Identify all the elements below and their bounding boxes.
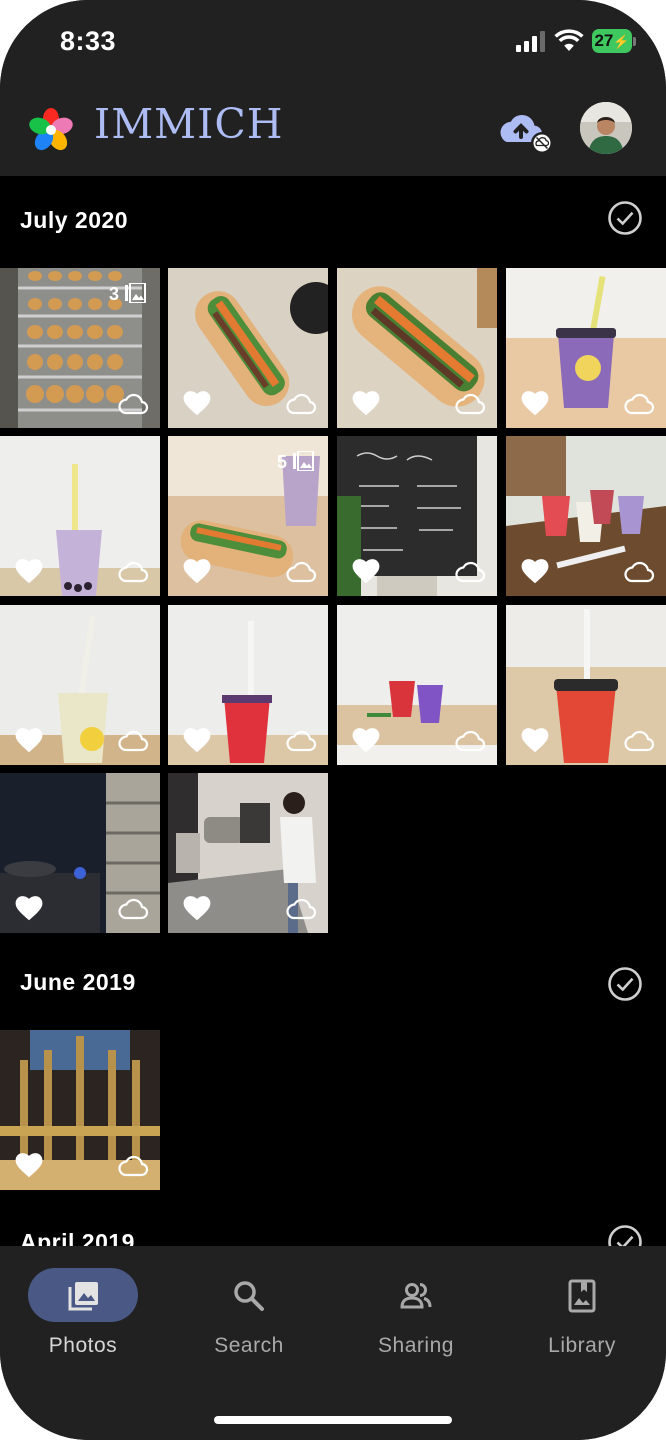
backup-upload-button[interactable]: [496, 108, 556, 156]
month-title: July 2020: [20, 207, 129, 233]
select-month-check-icon[interactable]: [607, 200, 643, 236]
photo-thumbnail[interactable]: [337, 605, 497, 765]
month-section-june-2019: June 2019: [0, 936, 666, 1196]
cloud-backup-icon: [623, 729, 655, 753]
favorite-heart-icon[interactable]: [183, 390, 211, 416]
home-indicator[interactable]: [214, 1416, 452, 1424]
favorite-heart-icon[interactable]: [352, 727, 380, 753]
status-bar: 8:33 27⚡: [0, 0, 666, 90]
search-icon: [234, 1281, 264, 1311]
immich-logo-icon: [29, 108, 73, 151]
photo-thumbnail[interactable]: [168, 268, 328, 428]
stack-badge: 3: [109, 283, 146, 305]
nav-label: Sharing: [378, 1334, 454, 1357]
user-avatar[interactable]: [580, 102, 632, 154]
photo-thumbnail[interactable]: [0, 773, 160, 933]
cloud-backup-icon: [285, 560, 317, 584]
favorite-heart-icon[interactable]: [521, 558, 549, 584]
favorite-heart-icon[interactable]: [15, 1152, 43, 1178]
cloud-backup-icon: [285, 729, 317, 753]
photo-thumbnail[interactable]: [506, 436, 666, 596]
month-title: April 2019: [20, 1229, 135, 1246]
cloud-backup-icon: [623, 392, 655, 416]
cloud-backup-icon: [117, 897, 149, 921]
cloud-backup-icon: [454, 729, 486, 753]
battery-indicator: 27⚡: [592, 29, 632, 53]
favorite-heart-icon[interactable]: [15, 895, 43, 921]
nav-label: Photos: [48, 1334, 118, 1357]
favorite-heart-icon[interactable]: [183, 558, 211, 584]
cloud-backup-icon: [623, 560, 655, 584]
favorite-heart-icon[interactable]: [15, 558, 43, 584]
cloud-backup-icon: [454, 560, 486, 584]
photo-thumbnail[interactable]: [506, 605, 666, 765]
bottom-navigation-bar: Photos Search Sharing Library: [0, 1246, 666, 1440]
cloud-backup-icon: [117, 729, 149, 753]
photo-thumbnail[interactable]: [0, 605, 160, 765]
photo-thumbnail[interactable]: [337, 436, 497, 596]
select-month-check-icon[interactable]: [607, 1224, 643, 1246]
status-time: 8:33: [60, 26, 117, 56]
photo-thumbnail[interactable]: 3: [0, 268, 160, 428]
nav-item-search[interactable]: Search: [166, 1246, 332, 1366]
wifi-icon: [554, 29, 584, 51]
stack-icon: [124, 283, 146, 303]
photo-thumbnail[interactable]: [506, 268, 666, 428]
photo-thumbnail[interactable]: 5: [168, 436, 328, 596]
cloud-backup-icon: [454, 392, 486, 416]
favorite-heart-icon[interactable]: [521, 727, 549, 753]
month-title: June 2019: [20, 969, 136, 995]
favorite-heart-icon[interactable]: [15, 727, 43, 753]
phone-screen: 8:33 27⚡ IMMICH July 2020 3 5 June 2019 …: [0, 0, 666, 1440]
nav-item-library[interactable]: Library: [499, 1246, 665, 1366]
cloud-backup-icon: [285, 392, 317, 416]
month-section-april-2019: April 2019: [0, 1196, 666, 1246]
sharing-icon: [400, 1283, 432, 1309]
stack-badge: 5: [277, 451, 314, 473]
photo-thumbnail[interactable]: [168, 605, 328, 765]
photo-thumbnail[interactable]: [0, 436, 160, 596]
favorite-heart-icon[interactable]: [183, 727, 211, 753]
photo-thumbnail[interactable]: [168, 773, 328, 933]
favorite-heart-icon[interactable]: [352, 390, 380, 416]
stack-count: 3: [108, 284, 119, 304]
library-icon: [568, 1279, 596, 1313]
photo-timeline[interactable]: July 2020 3 5 June 2019 April 2019: [0, 176, 666, 1246]
nav-item-sharing[interactable]: Sharing: [333, 1246, 499, 1366]
stack-icon: [292, 451, 314, 471]
battery-cap: [633, 37, 636, 46]
photos-icon: [68, 1282, 98, 1311]
cellular-signal-icon: [516, 31, 545, 52]
month-section-july-2020: July 2020 3 5: [0, 176, 666, 936]
app-bar: IMMICH: [0, 90, 666, 176]
cloud-backup-icon: [117, 392, 149, 416]
select-month-check-icon[interactable]: [607, 966, 643, 1002]
cloud-backup-icon: [285, 897, 317, 921]
favorite-heart-icon[interactable]: [183, 895, 211, 921]
photo-thumbnail[interactable]: [0, 1030, 160, 1190]
favorite-heart-icon[interactable]: [352, 558, 380, 584]
photo-thumbnail[interactable]: [337, 268, 497, 428]
nav-label: Library: [548, 1334, 616, 1357]
app-title: IMMICH: [94, 100, 284, 148]
favorite-heart-icon[interactable]: [521, 390, 549, 416]
stack-count: 5: [276, 452, 287, 472]
nav-item-photos[interactable]: Photos: [0, 1246, 166, 1366]
nav-label: Search: [214, 1334, 284, 1357]
battery-level: 27: [594, 31, 614, 50]
cloud-backup-icon: [117, 560, 149, 584]
cloud-backup-icon: [117, 1154, 149, 1178]
